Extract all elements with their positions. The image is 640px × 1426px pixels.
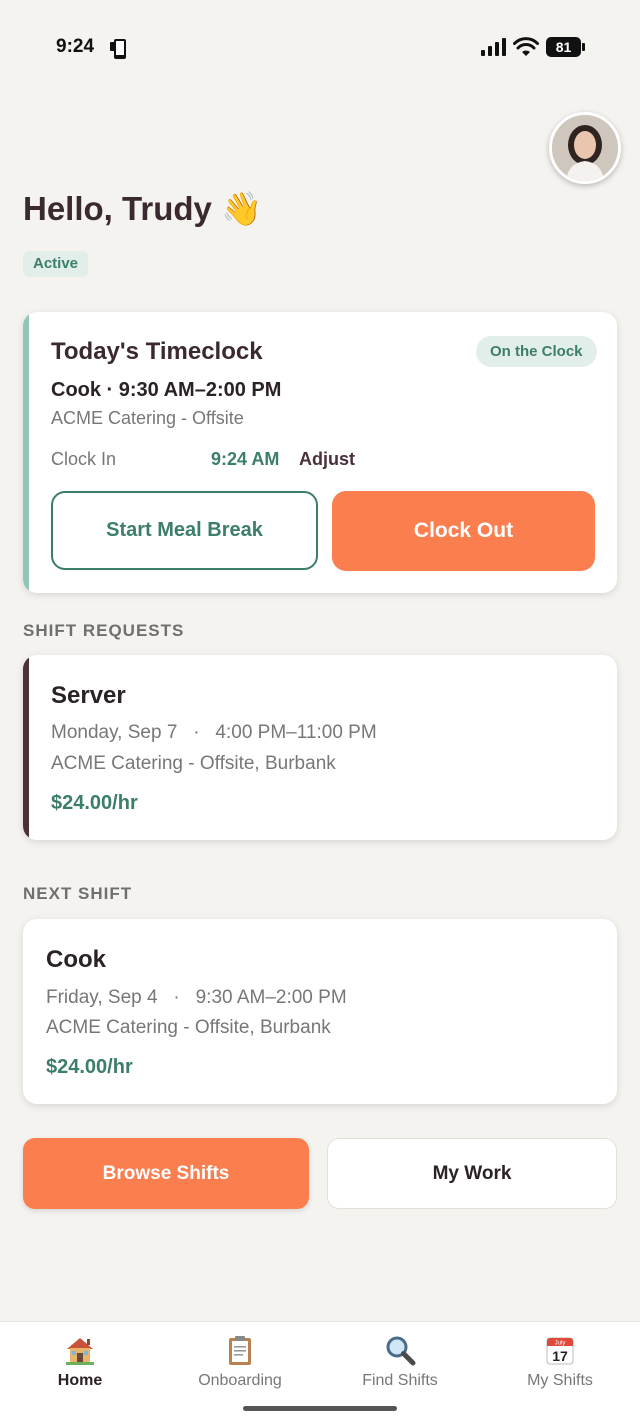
shift-role: Cook [46,946,106,973]
shift-datetime: Monday, Sep 7 · 4:00 PM–11:00 PM [51,722,377,744]
tab-label: My Shifts [527,1372,593,1389]
status-badge: Active [23,251,89,277]
clock-in-label: Clock In [51,449,117,469]
start-meal-break-button[interactable]: Start Meal Break [51,491,318,570]
shift-requests-heading: SHIFT REQUESTS [23,621,185,640]
next-shift-heading: NEXT SHIFT [23,884,133,903]
shift-location: ACME Catering - Offsite, Burbank [51,753,336,774]
timeclock-location: ACME Catering - Offsite [51,408,244,428]
tab-label: Onboarding [198,1372,282,1389]
magnifier-icon [386,1336,416,1366]
calendar-day: 17 [552,1348,568,1364]
shift-pay: $24.00/hr [46,1056,133,1078]
status-time: 9:24 [56,36,95,57]
clock-out-button[interactable]: Clock Out [332,491,595,571]
shift-role: Server [51,682,126,709]
cell-signal-icon [481,38,506,56]
separator-dot: · [182,722,211,743]
tab-home[interactable]: Home [0,1322,160,1402]
shift-datetime: Friday, Sep 4 · 9:30 AM–2:00 PM [46,987,347,1009]
timeclock-card: Today's Timeclock On the Clock Cook · 9:… [23,312,617,593]
clock-in-time: 9:24 AM [211,449,280,469]
tab-find-shifts[interactable]: Find Shifts [320,1322,480,1402]
browse-shifts-button[interactable]: Browse Shifts [23,1138,309,1209]
shift-pay: $24.00/hr [51,792,138,814]
user-photo-icon [552,115,618,181]
shift-time: 9:30 AM–2:00 PM [195,987,347,1008]
calendar-icon: July 17 [546,1337,574,1365]
profile-avatar[interactable] [549,112,621,184]
tab-onboarding[interactable]: Onboarding [160,1322,320,1402]
wifi-icon [513,37,539,56]
battery-icon: 81 [546,37,586,57]
tab-label: Home [57,1372,103,1389]
home-indicator [243,1406,397,1411]
on-clock-badge: On the Clock [476,336,597,367]
shift-location: ACME Catering - Offsite, Burbank [46,1017,331,1038]
card-accent-bar [23,312,29,593]
timeclock-role-time: Cook · 9:30 AM–2:00 PM [51,379,282,401]
tab-label: Find Shifts [362,1372,438,1389]
card-accent-bar [23,655,29,840]
house-icon [66,1338,94,1365]
timeclock-title: Today's Timeclock [51,338,263,365]
my-work-button[interactable]: My Work [327,1138,617,1209]
shift-date: Friday, Sep 4 [46,987,158,1008]
tab-my-shifts[interactable]: July 17 My Shifts [480,1322,640,1402]
status-bar: 9:24 81 [0,0,640,95]
shift-date: Monday, Sep 7 [51,722,178,743]
phone-icon [110,39,126,59]
shift-time: 4:00 PM–11:00 PM [215,722,377,743]
battery-level: 81 [555,39,572,55]
greeting-title: Hello, Trudy 👋 [23,190,263,227]
clipboard-icon [229,1336,251,1365]
shift-request-card[interactable]: Server Monday, Sep 7 · 4:00 PM–11:00 PM … [23,655,617,840]
next-shift-card[interactable]: Cook Friday, Sep 4 · 9:30 AM–2:00 PM ACM… [23,919,617,1104]
adjust-link[interactable]: Adjust [299,449,355,470]
calendar-month: July [555,1341,566,1347]
separator-dot: · [162,987,191,1008]
